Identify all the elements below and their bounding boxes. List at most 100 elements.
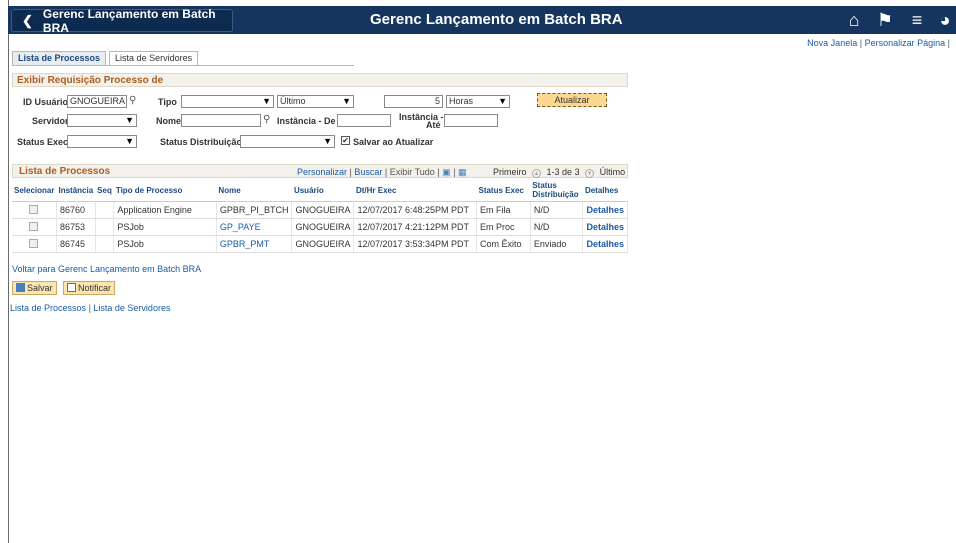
grid-tools: Personalizar | Buscar | Exibir Tudo | ▣ …	[297, 167, 467, 177]
col-dist[interactable]: Status Distribuição	[530, 179, 583, 202]
cell-tipo: Application Engine	[113, 201, 217, 219]
chevron-down-icon: ▼	[498, 96, 507, 106]
servidor-select[interactable]: ▼	[67, 114, 137, 127]
cell-status: Em Fila	[476, 201, 531, 219]
cell-dist: Enviado	[530, 235, 584, 253]
bottom-link-servidores[interactable]: Lista de Servidores	[93, 303, 170, 313]
range-text: 1-3 de 3	[546, 167, 580, 177]
col-instancia[interactable]: Instância	[56, 179, 96, 202]
cell-instancia: 86753	[56, 218, 96, 236]
home-icon[interactable]: ⌂	[843, 10, 865, 30]
top-banner: ❮ Gerenc Lançamento em Batch BRA Gerenc …	[8, 6, 956, 35]
cell-tipo: PSJob	[113, 235, 217, 253]
instancia-de-input[interactable]	[337, 114, 391, 127]
chevron-left-icon: ❮	[22, 12, 33, 28]
cell-nome-link[interactable]: GP_PAYE	[216, 218, 293, 236]
cell-usuario: GNOGUEIRA	[291, 235, 355, 253]
cell-seq	[95, 201, 115, 219]
col-usuario[interactable]: Usuário	[291, 179, 354, 202]
zoom-icon[interactable]: ▣	[442, 167, 451, 177]
prev-icon[interactable]: ▲	[532, 169, 542, 178]
save-on-refresh-checkbox[interactable]: ✔	[341, 136, 350, 145]
notify-button[interactable]: Notificar	[63, 281, 116, 295]
tab-server-list[interactable]: Lista de Servidores	[109, 51, 199, 66]
back-button[interactable]: ❮ Gerenc Lançamento em Batch BRA	[11, 7, 233, 35]
notify-icon	[67, 283, 76, 292]
nome-search-icon[interactable]: ⚲	[263, 114, 270, 125]
table-row: 86745 PSJob GPBR_PMT GNOGUEIRA 12/07/201…	[12, 235, 628, 253]
tab-bar: Lista de Processos Lista de Servidores	[12, 51, 201, 66]
col-seq[interactable]: Seq	[95, 179, 114, 202]
tab-process-list[interactable]: Lista de Processos	[12, 51, 107, 66]
count-input[interactable]: 5	[384, 95, 443, 108]
grid-title: Lista de Processos	[19, 166, 111, 177]
save-button[interactable]: Salvar	[12, 281, 57, 295]
grid-view-all-link[interactable]: Exibir Tudo	[390, 167, 435, 177]
tipo-select[interactable]: ▼	[181, 95, 274, 108]
status-exec-select[interactable]: ▼	[67, 135, 137, 148]
chevron-down-icon: ▼	[125, 115, 134, 125]
col-nome[interactable]: Nome	[216, 179, 292, 202]
download-icon[interactable]: ▦	[458, 167, 467, 177]
new-window-link[interactable]: Nova Janela	[807, 38, 857, 48]
save-icon	[16, 283, 25, 292]
chevron-down-icon: ▼	[323, 136, 332, 146]
col-detalhes: Detalhes	[582, 179, 628, 202]
period-select[interactable]: Último ▼	[277, 95, 354, 108]
status-exec-label: Status Exec	[17, 137, 69, 147]
col-selecionar: Selecionar	[12, 179, 57, 202]
menu-icon[interactable]: ≡	[906, 10, 928, 30]
cell-instancia: 86745	[56, 235, 96, 253]
flag-icon[interactable]: ⚑	[874, 10, 896, 30]
instancia-ate-label-2: Até	[426, 120, 441, 130]
cell-seq	[95, 218, 115, 236]
cell-usuario: GNOGUEIRA	[291, 218, 355, 236]
col-dthr[interactable]: Dt/Hr Exec	[353, 179, 477, 202]
row-checkbox[interactable]	[29, 221, 39, 231]
grid-find-link[interactable]: Buscar	[354, 167, 382, 177]
servidor-label: Servidor	[32, 116, 69, 126]
cell-seq	[95, 235, 115, 253]
tipo-label: Tipo	[158, 97, 177, 107]
nome-label: Nome	[156, 116, 182, 126]
last-link[interactable]: Último	[600, 167, 626, 177]
notify-button-label: Notificar	[78, 283, 112, 293]
cell-status: Com Êxito	[476, 235, 531, 253]
cell-nome-link[interactable]: GPBR_PMT	[216, 235, 293, 253]
bottom-link-processos[interactable]: Lista de Processos	[10, 303, 86, 313]
status-dist-select[interactable]: ▼	[240, 135, 335, 148]
details-link[interactable]: Detalhes	[582, 218, 628, 236]
unit-select[interactable]: Horas ▼	[446, 95, 510, 108]
tab-divider	[12, 65, 354, 66]
details-link[interactable]: Detalhes	[582, 201, 628, 219]
user-id-search-icon[interactable]: ⚲	[129, 95, 136, 106]
cell-nome: GPBR_PI_BTCH	[216, 201, 293, 219]
cell-usuario: GNOGUEIRA	[291, 201, 355, 219]
save-button-label: Salvar	[27, 283, 53, 293]
chevron-down-icon: ▼	[262, 96, 271, 106]
row-checkbox[interactable]	[29, 204, 39, 214]
user-id-input[interactable]: GNOGUEIRA	[67, 95, 127, 108]
grid-personalize-link[interactable]: Personalizar	[297, 167, 347, 177]
instancia-de-label: Instância - De	[277, 116, 336, 126]
cell-instancia: 86760	[56, 201, 96, 219]
refresh-button[interactable]: Atualizar	[537, 93, 607, 107]
table-row: 86760 Application Engine GPBR_PI_BTCH GN…	[12, 201, 628, 219]
col-status[interactable]: Status Exec	[476, 179, 531, 202]
col-tipo[interactable]: Tipo de Processo	[113, 179, 217, 202]
navbar-icon[interactable]: ◕	[934, 10, 956, 30]
row-checkbox[interactable]	[29, 238, 39, 248]
cell-dist: N/D	[530, 218, 584, 236]
save-on-refresh-label: Salvar ao Atualizar	[353, 137, 434, 147]
back-to-batch-link[interactable]: Voltar para Gerenc Lançamento em Batch B…	[12, 264, 201, 274]
next-icon[interactable]: ▼	[585, 169, 595, 178]
instancia-ate-input[interactable]	[444, 114, 498, 127]
nome-input[interactable]	[181, 114, 261, 127]
cell-status: Em Proc	[476, 218, 531, 236]
details-link[interactable]: Detalhes	[582, 235, 628, 253]
process-table: Selecionar Instância Seq Tipo de Process…	[12, 179, 628, 253]
first-link[interactable]: Primeiro	[493, 167, 527, 177]
cell-dthr: 12/07/2017 3:53:34PM PDT	[353, 235, 477, 253]
personalize-page-link[interactable]: Personalizar Página	[865, 38, 946, 48]
grid-pagination: Primeiro ▲ 1-3 de 3 ▼ Último	[493, 167, 625, 178]
